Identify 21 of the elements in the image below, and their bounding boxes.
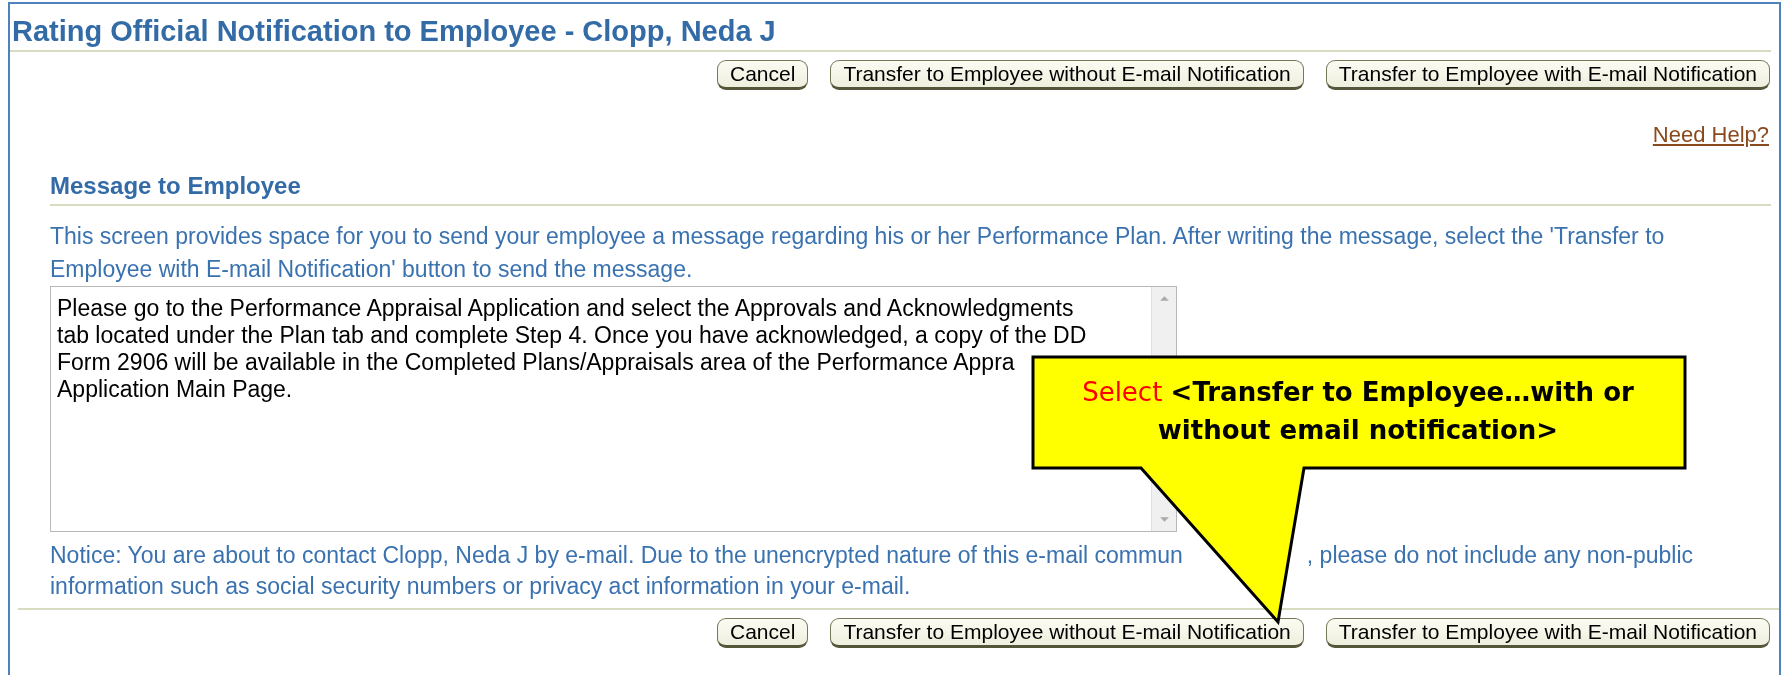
section-heading: Message to Employee — [50, 172, 1771, 206]
cancel-button[interactable]: Cancel — [717, 60, 809, 90]
notice-text: Notice: You are about to contact Clopp, Neda J by e-mail. Due to the unencrypted nature of this e-mail commun — [50, 541, 1183, 570]
message-text: Application Main Page. — [57, 376, 293, 403]
scroll-down-icon[interactable] — [1158, 516, 1170, 523]
notice-text: information such as social security numbers or privacy act information in your e-mail. — [50, 572, 911, 601]
callout-text: Select <Transfer to Employee…with or without email notification> — [1081, 376, 1635, 447]
instruction-text: Employee with E-mail Notification' button to send the message. — [50, 255, 693, 284]
message-text: Please go to the Performance Appraisal Application and select the Approvals and Acknowledgments — [57, 295, 1074, 322]
scroll-up-icon[interactable] — [1158, 295, 1170, 302]
transfer-button[interactable]: Transfer to Employee without E-mail Notification — [830, 618, 1304, 648]
cancel-button[interactable]: Cancel — [717, 618, 809, 648]
help-link[interactable]: Need Help? — [1652, 122, 1769, 148]
page-title: Rating Official Notification to Employee - Clopp, Neda J — [10, 4, 1771, 52]
transfer-button[interactable]: Transfer to Employee without E-mail Notification — [830, 60, 1304, 90]
transfer-button[interactable]: Transfer to Employee with E-mail Notification — [1325, 60, 1770, 90]
message-text: Form 2906 will be available in the Completed Plans/Appraisals area of the Performance Appra — [57, 349, 1015, 376]
notice-text: , please do not include any non-public — [1306, 541, 1693, 570]
message-text: tab located under the Plan tab and complete Step 4. Once you have acknowledged, a copy of the DD — [57, 322, 1087, 349]
instruction-text: This screen provides space for you to send your employee a message regarding his or her Performance Plan. After writing the message, select the 'Transfer to — [50, 222, 1665, 251]
transfer-button[interactable]: Transfer to Employee with E-mail Notification — [1325, 618, 1770, 648]
